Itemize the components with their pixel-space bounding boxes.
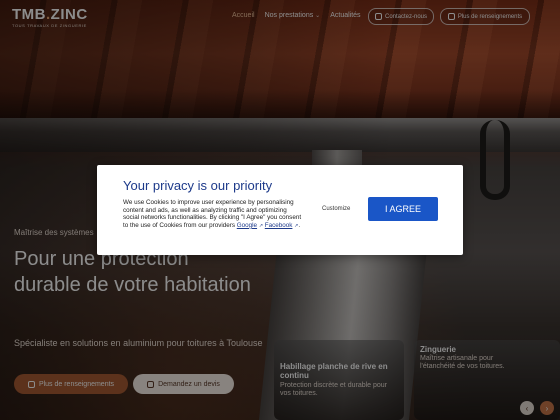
modal-title: Your privacy is our priority [123,178,273,193]
external-link-icon: ↗ [294,222,299,229]
google-link[interactable]: Google [237,222,257,229]
customize-button[interactable]: Customize [322,206,350,212]
agree-button[interactable]: I AGREE [368,197,438,221]
facebook-link[interactable]: Facebook [265,222,293,229]
external-link-icon: ↗ [258,222,264,229]
modal-body: We use Cookies to improve user experienc… [123,199,302,229]
cookie-consent-modal: Your privacy is our priority We use Cook… [97,165,463,255]
